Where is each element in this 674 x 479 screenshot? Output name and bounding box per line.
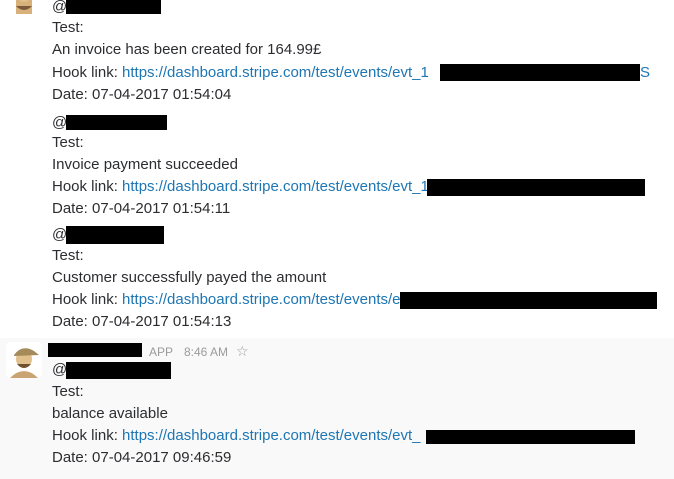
star-icon[interactable]: ☆: [236, 341, 249, 361]
hook-label: Hook link:: [52, 64, 118, 81]
hook-link[interactable]: https://dashboard.stripe.com/test/events…: [122, 291, 400, 308]
message-date: Date: 07-04-2017 01:54:11: [52, 200, 231, 217]
redacted-username: [66, 362, 171, 379]
message-item: @ Test: Customer successfully payed the …: [0, 224, 674, 336]
mention[interactable]: @: [52, 112, 67, 134]
redacted-event-id: [440, 64, 640, 81]
redacted-username: [66, 115, 167, 130]
hook-line: Hook link: https://dashboard.stripe.com/…: [52, 425, 421, 447]
message-body: Customer successfully payed the amount: [52, 269, 327, 286]
redacted-sender-name: [48, 343, 142, 357]
redacted-event-id: [400, 292, 657, 309]
redacted-username: [66, 226, 164, 244]
hook-line: Hook link: https://dashboard.stripe.com/…: [52, 62, 429, 84]
message-body: balance available: [52, 405, 168, 422]
app-badge: APP: [149, 345, 174, 359]
message-body: An invoice has been created for 164.99£: [52, 41, 322, 58]
mention[interactable]: @: [52, 359, 67, 381]
message-date: Date: 07-04-2017 01:54:04: [52, 86, 232, 103]
redacted-event-id: [426, 430, 635, 444]
message-item: @ Test: Invoice payment succeeded Hook l…: [0, 112, 674, 224]
user-avatar-icon: [6, 342, 42, 378]
hook-label: Hook link:: [52, 291, 118, 308]
test-label: Test:: [52, 134, 84, 151]
hook-link[interactable]: https://dashboard.stripe.com/test/events…: [122, 64, 429, 81]
message-time[interactable]: 8:46 AM: [184, 342, 228, 362]
hook-link-tail[interactable]: S: [640, 62, 650, 84]
redacted-event-id: [427, 179, 645, 196]
hook-label: Hook link:: [52, 427, 118, 444]
mention[interactable]: @: [52, 224, 67, 246]
hook-line: Hook link: https://dashboard.stripe.com/…: [52, 176, 429, 198]
test-label: Test:: [52, 247, 84, 264]
hook-link[interactable]: https://dashboard.stripe.com/test/events…: [122, 178, 429, 195]
message-body: Invoice payment succeeded: [52, 156, 238, 173]
mention[interactable]: @: [52, 0, 67, 18]
hook-label: Hook link:: [52, 178, 118, 195]
redacted-username: [66, 0, 161, 14]
test-label: Test:: [52, 19, 84, 36]
hook-link[interactable]: https://dashboard.stripe.com/test/events…: [122, 427, 421, 444]
message-item: @ Test: An invoice has been created for …: [0, 0, 674, 112]
message-date: Date: 07-04-2017 09:46:59: [52, 449, 232, 466]
message-date: Date: 07-04-2017 01:54:13: [52, 313, 232, 330]
avatar[interactable]: [6, 342, 42, 378]
message-group: APP 8:46 AM ☆ @ Test: balance available …: [0, 338, 674, 479]
test-label: Test:: [52, 383, 84, 400]
hook-line: Hook link: https://dashboard.stripe.com/…: [52, 289, 401, 311]
